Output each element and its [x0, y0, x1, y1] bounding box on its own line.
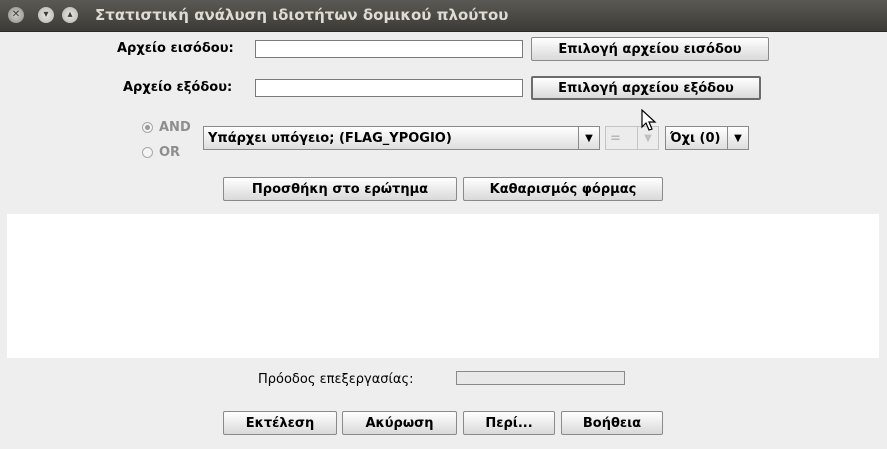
input-file-field[interactable]: [255, 40, 523, 58]
progress-bar: [456, 371, 625, 385]
about-button[interactable]: Περί...: [463, 411, 555, 435]
output-file-label: Αρχείο εξόδου:: [123, 80, 233, 95]
or-radio-label: OR: [159, 145, 181, 160]
maximize-window-icon[interactable]: ▴: [62, 7, 78, 23]
chevron-down-icon[interactable]: ▼: [727, 127, 748, 149]
output-file-field[interactable]: [255, 79, 523, 97]
close-window-icon[interactable]: ✕: [8, 7, 24, 23]
choose-input-file-button[interactable]: Επιλογή αρχείου εισόδου: [531, 37, 769, 61]
value-select-value: Όχι (0): [670, 130, 721, 146]
chevron-down-icon[interactable]: ▼: [578, 127, 599, 149]
choose-output-file-button[interactable]: Επιλογή αρχείου εξόδου: [531, 76, 761, 100]
operator-select-value: =: [610, 130, 621, 146]
progress-label: Πρόοδος επεξεργασίας:: [258, 372, 414, 387]
input-file-label: Αρχείο εισόδου:: [117, 41, 234, 56]
minimize-window-icon[interactable]: ▾: [38, 7, 54, 23]
app-window: ✕ ▾ ▴ Στατιστική ανάλυση ιδιοτήτων δομικ…: [0, 0, 887, 449]
value-select[interactable]: Όχι (0) ▼: [665, 126, 749, 150]
add-to-query-button[interactable]: Προσθήκη στο ερώτημα: [223, 177, 457, 201]
field-select-value: Υπάρχει υπόγειο; (FLAG_YPOGIO): [208, 130, 452, 146]
field-select[interactable]: Υπάρχει υπόγειο; (FLAG_YPOGIO) ▼: [203, 126, 600, 150]
window-title: Στατιστική ανάλυση ιδιοτήτων δομικού πλο…: [95, 6, 509, 24]
or-radio[interactable]: OR: [142, 145, 180, 160]
radio-selected-icon: [142, 122, 153, 133]
radio-unselected-icon: [142, 147, 153, 158]
and-radio[interactable]: AND: [142, 120, 191, 135]
title-bar: ✕ ▾ ▴ Στατιστική ανάλυση ιδιοτήτων δομικ…: [0, 0, 887, 32]
execute-button[interactable]: Εκτέλεση: [223, 411, 337, 435]
mouse-pointer-icon: [641, 109, 657, 131]
cancel-button[interactable]: Ακύρωση: [342, 411, 457, 435]
query-output-area[interactable]: [7, 214, 879, 358]
help-button[interactable]: Βοήθεια: [561, 411, 663, 435]
and-radio-label: AND: [159, 120, 191, 135]
clear-form-button[interactable]: Καθαρισμός φόρμας: [463, 177, 663, 201]
